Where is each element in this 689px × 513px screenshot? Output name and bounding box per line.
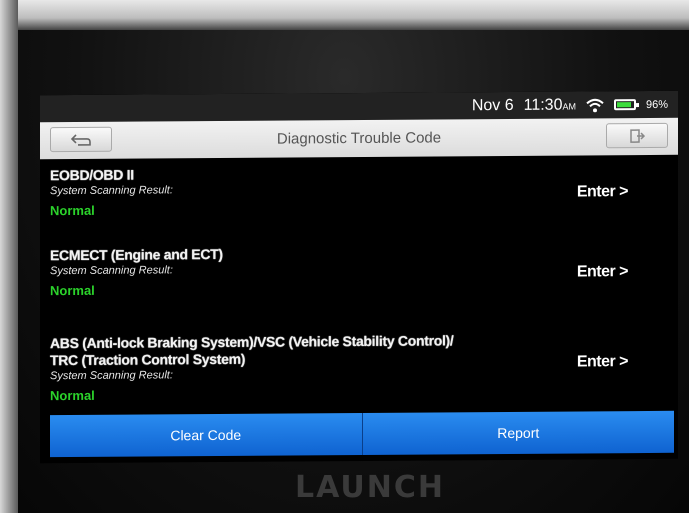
exit-button[interactable] <box>606 122 668 149</box>
bezel-left <box>0 0 18 513</box>
action-bar: Clear Code Report <box>50 410 674 458</box>
battery-percent: 96% <box>645 98 668 111</box>
brand-logo: LAUNCH <box>294 470 445 505</box>
list-item: ABS (Anti-lock Braking System)/VSC (Vehi… <box>50 331 670 403</box>
back-arrow-icon <box>70 133 91 146</box>
battery-icon <box>613 99 636 111</box>
scan-result-value: Normal <box>50 202 95 219</box>
scan-result-value: Normal <box>50 282 95 299</box>
exit-icon <box>630 128 645 143</box>
scan-result-value: Normal <box>50 387 95 404</box>
enter-button[interactable]: Enter > <box>577 353 628 371</box>
list-item: ECMECT (Engine and ECT) System Scanning … <box>50 243 670 298</box>
back-button[interactable] <box>50 126 112 153</box>
page-title: Diagnostic Trouble Code <box>276 129 442 148</box>
report-button[interactable]: Report <box>362 410 674 455</box>
device-screen: Nov 6 11:30AM 96% Diagnostic Trouble Cod… <box>40 90 678 464</box>
system-list: EOBD/OBD II System Scanning Result: Norm… <box>40 155 678 414</box>
enter-button[interactable]: Enter > <box>577 263 628 281</box>
bezel-top <box>0 0 689 30</box>
list-item: EOBD/OBD II System Scanning Result: Norm… <box>50 163 670 219</box>
device-bezel: Nov 6 11:30AM 96% Diagnostic Trouble Cod… <box>0 0 689 513</box>
clear-code-button[interactable]: Clear Code <box>50 412 363 458</box>
status-date: Nov 6 <box>471 96 514 114</box>
status-time: 11:30AM <box>523 96 576 114</box>
enter-button[interactable]: Enter > <box>577 183 628 201</box>
wifi-icon <box>586 98 604 112</box>
title-bar: Diagnostic Trouble Code <box>40 117 678 160</box>
